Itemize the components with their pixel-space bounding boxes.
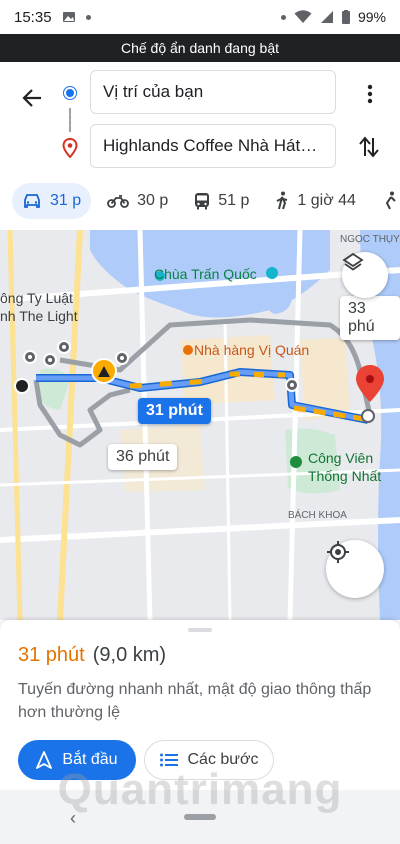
destination-input[interactable]: Highlands Coffee Nhà Hát… <box>90 124 336 168</box>
car-icon <box>24 194 40 208</box>
landmark-poi-icon <box>266 267 278 279</box>
home-pill[interactable] <box>184 814 216 820</box>
start-label: Bắt đầu <box>62 751 118 768</box>
mode-label: 30 p <box>137 192 169 209</box>
route-summary: 31 phút (9,0 km) <box>18 644 166 667</box>
system-nav-bar: ‹ <box>0 790 400 844</box>
cyclist-icon <box>385 191 396 210</box>
arrow-back-icon <box>22 89 41 107</box>
back-button[interactable] <box>14 80 50 116</box>
swap-button[interactable] <box>354 132 384 162</box>
walk-icon <box>276 191 288 210</box>
mode-tab-bike[interactable] <box>372 183 400 219</box>
route-badge-selected[interactable]: 31 phút <box>138 398 211 424</box>
route-pin-icon <box>23 350 37 364</box>
poi-nha-hang[interactable]: Nhà hàng Vị Quán <box>194 342 309 358</box>
origin-dot-icon <box>64 87 76 99</box>
origin-input[interactable]: Vị trí của bạn <box>90 70 336 114</box>
map-view[interactable]: NGỌC THỤY Chùa Trấn Quốc ông Ty Luật nh … <box>0 230 400 620</box>
route-dots-icon <box>69 108 71 132</box>
route-description: Tuyến đường nhanh nhất, mật độ giao thôn… <box>18 681 372 721</box>
more-options-button[interactable] <box>356 80 384 108</box>
nav-back-icon[interactable]: ‹ <box>70 808 76 829</box>
steps-label: Các bước <box>187 751 259 768</box>
origin-marker <box>14 378 30 394</box>
poi-thong-nhat: Thống Nhất <box>308 468 382 484</box>
poi-ngoc-thuy: NGỌC THỤY <box>340 234 400 245</box>
route-pin-icon <box>43 353 57 367</box>
route-duration: 31 phút <box>18 644 85 666</box>
road <box>0 517 400 543</box>
list-icon <box>159 753 178 767</box>
motorbike-icon <box>107 195 130 208</box>
road <box>7 230 23 620</box>
route-pin-icon <box>115 351 129 365</box>
steps-button[interactable]: Các bước <box>144 740 274 780</box>
mode-label: 1 giờ 44 <box>297 192 356 209</box>
poi-the-light: nh The Light <box>0 308 78 324</box>
directions-card: Vị trí của bạn Highlands Coffee Nhà Hát…… <box>0 62 400 230</box>
mode-tab-transit[interactable]: 51 p <box>184 183 259 219</box>
my-location-button[interactable] <box>326 540 384 598</box>
poi-chua-tran-quoc[interactable]: Chùa Trấn Quốc <box>154 266 257 282</box>
route-summary-sheet: 31 phút (9,0 km) Tuyến đường nhanh nhất, … <box>0 620 400 790</box>
mode-tab-motorbike[interactable]: 30 p <box>97 183 178 219</box>
route-pin-icon <box>57 340 71 354</box>
poi-bach-khoa: BÁCH KHOA <box>288 510 347 521</box>
status-time: 15:35 <box>14 8 52 26</box>
wifi-icon <box>294 10 312 23</box>
construction-icon <box>91 358 117 384</box>
poi-cong-vien[interactable]: Công Viên <box>308 450 373 466</box>
route-distance: (9,0 km) <box>92 644 167 666</box>
route-badge-alt[interactable]: 36 phút <box>108 444 178 470</box>
restaurant-poi-icon <box>183 345 193 355</box>
route-badge-alt[interactable]: 33 phú <box>340 296 400 340</box>
navigation-arrow-icon <box>36 751 53 769</box>
notification-dot-icon <box>280 14 286 20</box>
mode-label: 31 p <box>50 192 82 209</box>
sheet-drag-handle[interactable] <box>188 628 212 632</box>
gallery-icon <box>62 12 75 22</box>
battery-icon <box>341 10 350 24</box>
more-vert-icon <box>367 84 373 104</box>
poi-cong-ty-luat[interactable]: ông Ty Luật <box>0 290 73 306</box>
layers-icon <box>342 252 364 271</box>
mode-tab-car[interactable]: 31 p <box>12 183 92 219</box>
bus-icon <box>195 193 210 210</box>
destination-pin-icon <box>62 138 78 158</box>
swap-vert-icon <box>359 136 379 158</box>
mode-tab-walk[interactable]: 1 giờ 44 <box>265 183 366 219</box>
travel-mode-tabs: 31 p 30 p 51 p 1 giờ 44 <box>0 176 400 226</box>
status-bar: 15:35 99% <box>0 0 400 34</box>
battery-level: 99% <box>357 9 386 25</box>
start-navigation-button[interactable]: Bắt đầu <box>18 740 136 780</box>
mode-label: 51 p <box>218 192 250 209</box>
park-poi-icon <box>290 456 302 468</box>
layers-button[interactable] <box>342 252 388 298</box>
signal-icon <box>320 11 333 23</box>
crosshair-icon <box>327 541 349 563</box>
incognito-banner: Chế độ ẩn danh đang bật <box>0 34 400 62</box>
route-pin-icon <box>285 378 299 392</box>
notification-dot-icon <box>85 14 91 20</box>
